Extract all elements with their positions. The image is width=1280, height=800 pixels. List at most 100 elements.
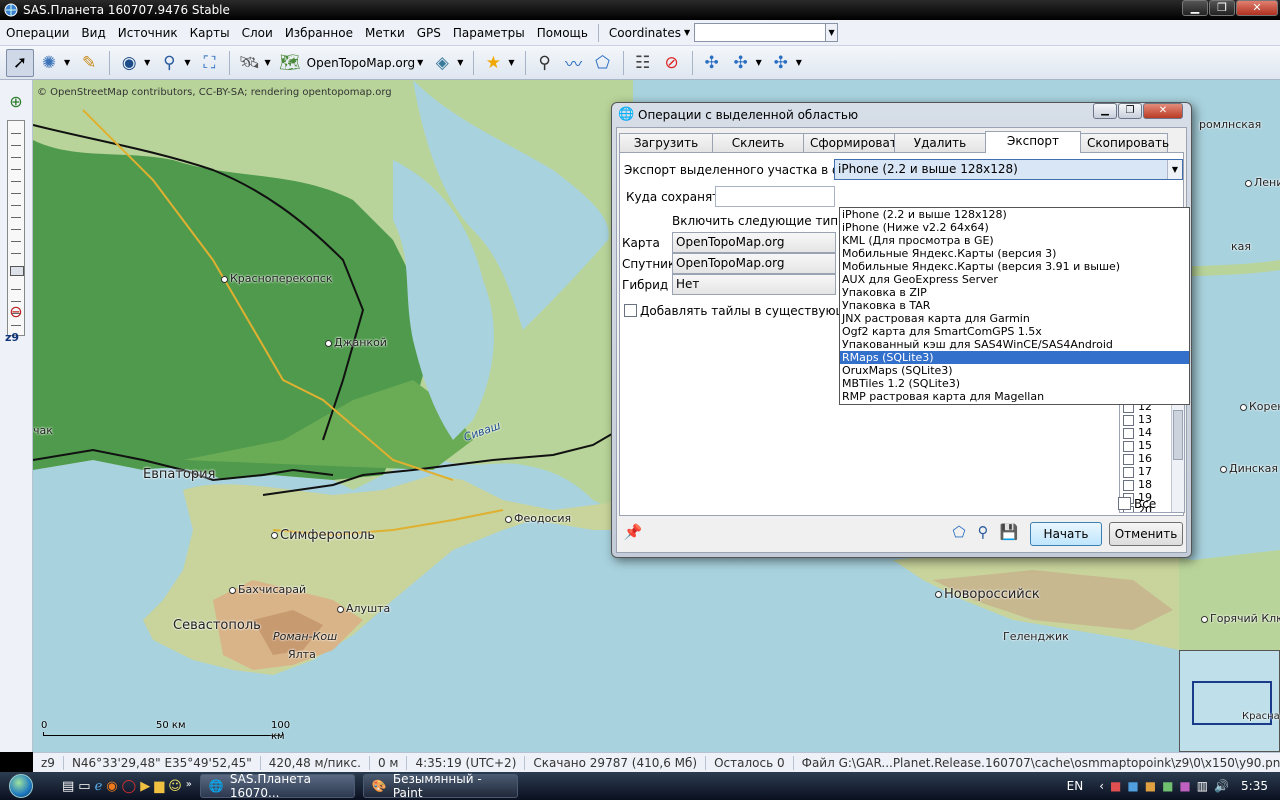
zoom-level-checkbox[interactable] <box>1123 466 1134 478</box>
chevron-down-icon[interactable]: ▼ <box>144 58 150 67</box>
menu-layers[interactable]: Слои <box>236 26 279 40</box>
task-sasplanet[interactable]: 🌐 SAS.Планета 16070... <box>199 772 355 800</box>
desktop-icon[interactable]: ▭ <box>78 779 90 794</box>
close-button[interactable]: ✕ <box>1236 0 1278 16</box>
menu-gps[interactable]: GPS <box>411 26 447 40</box>
chevron-down-icon[interactable]: ▼ <box>508 58 514 67</box>
explorer-icon[interactable]: ▤ <box>62 779 74 794</box>
dialog-close-button[interactable]: ✕ <box>1143 103 1183 119</box>
chevron-down-icon[interactable]: ▼ <box>1167 160 1182 179</box>
chevron-down-icon[interactable]: ▼ <box>457 58 463 67</box>
zoom-out-icon[interactable]: ⊖ <box>7 302 25 321</box>
search-icon[interactable]: ⚲ <box>973 522 993 542</box>
marks-button[interactable]: ☷ <box>629 49 657 77</box>
media-icon[interactable]: ▶ <box>140 779 150 794</box>
map-type-select[interactable]: OpenTopoMap.org <box>672 232 836 253</box>
gps-track-button[interactable]: ✣ <box>727 49 755 77</box>
format-option[interactable]: RMP растровая карта для Magellan <box>840 390 1189 403</box>
format-option[interactable]: Упаковка в TAR <box>840 299 1189 312</box>
satellite-type-select[interactable]: OpenTopoMap.org <box>672 253 836 274</box>
tab-export[interactable]: Экспорт <box>985 131 1081 153</box>
menu-favorites[interactable]: Избранное <box>279 26 359 40</box>
format-option[interactable]: AUX для GeoExpress Server <box>840 273 1189 286</box>
coordinates-dropdown[interactable]: Coordinates ▼ <box>609 26 690 40</box>
gps-connect-button[interactable]: ✣ <box>698 49 726 77</box>
format-option[interactable]: iPhone (2.2 и выше 128x128) <box>840 208 1189 221</box>
save-icon[interactable]: 💾 <box>999 522 1019 542</box>
coordinates-input[interactable]: ▼ <box>694 23 839 42</box>
menu-help[interactable]: Помощь <box>531 26 594 40</box>
pointer-tool-button[interactable]: ➚ <box>6 48 34 77</box>
dialog-titlebar[interactable]: 🌐 Операции с выделенной областью ▁ ❐ ✕ <box>612 103 1191 127</box>
polygon-icon[interactable]: ⬠ <box>949 522 969 542</box>
maximize-button[interactable]: ❐ <box>1209 0 1235 16</box>
ie-icon[interactable]: ℯ <box>95 779 103 794</box>
network-icon[interactable]: ▥ <box>1197 779 1208 793</box>
dialog-minimize-button[interactable]: ▁ <box>1093 103 1117 119</box>
chevron-down-icon[interactable]: ▼ <box>64 58 70 67</box>
firefox-icon[interactable]: ◉ <box>106 779 117 794</box>
menu-operations[interactable]: Операции <box>0 26 75 40</box>
select-all-checkbox[interactable] <box>1118 497 1131 510</box>
hide-marks-button[interactable]: ⊘ <box>658 49 686 77</box>
clock[interactable]: 5:35 <box>1241 779 1268 793</box>
format-option[interactable]: Упаковка в ZIP <box>840 286 1189 299</box>
hybrid-type-select[interactable]: Нет <box>672 274 836 295</box>
format-option[interactable]: JNX растровая карта для Garmin <box>840 312 1189 325</box>
chevron-down-icon[interactable]: ▼ <box>417 58 423 67</box>
append-tiles-checkbox[interactable] <box>624 304 637 317</box>
favorites-button[interactable]: ★ <box>479 49 507 77</box>
format-option[interactable]: Ogf2 карта для SmartComGPS 1.5x <box>840 325 1189 338</box>
menu-source[interactable]: Источник <box>112 26 184 40</box>
tab-generate[interactable]: Сформировать <box>803 133 904 153</box>
save-path-input[interactable] <box>715 186 835 207</box>
tab-stitch[interactable]: Склеить <box>712 133 804 153</box>
format-option[interactable]: iPhone (Ниже v2.2 64x64) <box>840 221 1189 234</box>
folder-icon[interactable]: ▆ <box>154 779 164 794</box>
menu-view[interactable]: Вид <box>75 26 111 40</box>
export-format-dropdown[interactable]: iPhone (2.2 и выше 128x128) iPhone (Ниже… <box>839 207 1190 405</box>
search-button[interactable]: ⚲ <box>155 49 183 77</box>
scrollbar-thumb[interactable] <box>1173 410 1183 460</box>
export-format-select[interactable]: iPhone (2.2 и выше 128x128) ▼ <box>834 159 1183 180</box>
zoom-list-scrollbar[interactable] <box>1171 400 1184 512</box>
menu-marks[interactable]: Метки <box>359 26 411 40</box>
zoom-level-checkbox[interactable] <box>1123 414 1134 426</box>
gps-center-button[interactable]: ✣ <box>767 49 795 77</box>
start-button[interactable] <box>0 772 42 800</box>
zoom-slider-thumb[interactable] <box>10 266 24 276</box>
chevron-down-icon[interactable]: ▼ <box>264 58 270 67</box>
layers-button[interactable]: ◈ <box>428 49 456 77</box>
format-option[interactable]: Мобильные Яндекс.Карты (версия 3) <box>840 247 1189 260</box>
format-option[interactable]: MBTiles 1.2 (SQLite3) <box>840 377 1189 390</box>
format-option[interactable]: Упакованный кэш для SAS4WinCE/SAS4Androi… <box>840 338 1189 351</box>
satellite-button[interactable]: 🛰 <box>235 49 263 77</box>
volume-icon[interactable]: 🔊 <box>1214 779 1229 793</box>
format-option[interactable]: OruxMaps (SQLite3) <box>840 364 1189 377</box>
chevron-down-icon[interactable]: ▼ <box>796 58 802 67</box>
zoom-level-checkbox[interactable] <box>1123 440 1134 452</box>
menu-maps[interactable]: Карты <box>184 26 236 40</box>
format-option[interactable]: KML (Для просмотра в GE) <box>840 234 1189 247</box>
add-point-button[interactable]: ⚲ <box>531 49 559 77</box>
pin-icon[interactable]: 📌 <box>623 522 643 542</box>
tray-app-icon[interactable]: ■ <box>1127 779 1138 793</box>
opera-icon[interactable]: ◯ <box>122 779 137 794</box>
zoom-levels-list[interactable]: 12 13 14 15 16 17 18 19 20 <box>1119 399 1185 513</box>
tray-arrow-icon[interactable]: ‹ <box>1099 779 1104 793</box>
chevron-down-icon[interactable]: ▼ <box>756 58 762 67</box>
chat-icon[interactable]: ☺ <box>168 779 182 794</box>
tab-download[interactable]: Загрузить <box>619 133 713 153</box>
menu-settings[interactable]: Параметры <box>447 26 531 40</box>
fullscreen-button[interactable]: ⛶ <box>195 49 223 77</box>
format-option[interactable]: Мобильные Яндекс.Карты (версия 3.91 и вы… <box>840 260 1189 273</box>
zoom-in-icon[interactable]: ⊕ <box>7 92 25 111</box>
start-button[interactable]: Начать <box>1030 522 1102 546</box>
tab-copy[interactable]: Скопировать <box>1080 133 1169 153</box>
map-source-button[interactable]: 🗺 <box>276 49 304 77</box>
minimap[interactable]: Красна <box>1179 650 1280 752</box>
dialog-maximize-button[interactable]: ❐ <box>1118 103 1142 119</box>
chevron-down-icon[interactable]: ▼ <box>184 58 190 67</box>
tray-app-icon[interactable]: ■ <box>1110 779 1121 793</box>
format-option-selected[interactable]: RMaps (SQLite3) <box>840 351 1189 364</box>
